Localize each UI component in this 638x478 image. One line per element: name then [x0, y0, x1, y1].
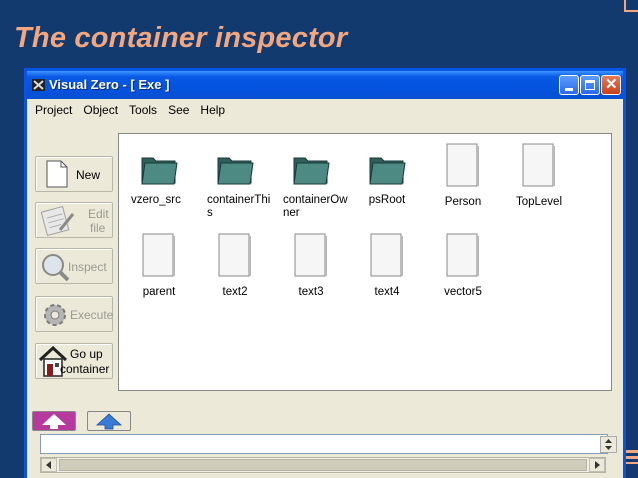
- execute-label: Execute: [70, 308, 114, 322]
- horizontal-scrollbar[interactable]: [40, 457, 606, 473]
- title-bar[interactable]: Visual Zero - [ Exe ] ✕: [27, 71, 623, 99]
- file-item[interactable]: containerOwner: [273, 152, 349, 220]
- back-button[interactable]: [32, 411, 76, 431]
- file-name: text2: [222, 286, 248, 298]
- container-contents: vzero_src containerThis containerOwner p…: [118, 133, 612, 391]
- minimize-icon: [565, 88, 573, 91]
- folder-icon: [141, 157, 178, 185]
- go-up-label-line2: container: [60, 362, 110, 376]
- folder-icon: [217, 157, 254, 185]
- execute-button[interactable]: Execute: [35, 296, 113, 332]
- status-field[interactable]: [40, 434, 608, 454]
- document-icon: [370, 233, 403, 277]
- document-icon: [218, 233, 251, 277]
- new-label: New: [76, 168, 101, 182]
- file-name: parent: [142, 286, 176, 298]
- new-button[interactable]: New: [35, 156, 113, 192]
- inspect-label: Inspect: [68, 260, 107, 274]
- document-icon: [142, 233, 175, 277]
- edit-file-icon: [40, 206, 75, 236]
- window-title: Visual Zero - [ Exe ]: [49, 77, 170, 92]
- maximize-icon: [585, 80, 595, 90]
- file-item[interactable]: vzero_src: [121, 152, 197, 207]
- file-name: containerThis: [207, 194, 271, 219]
- gear-icon: [44, 304, 66, 326]
- file-name: containerOwner: [283, 194, 348, 219]
- minimize-button[interactable]: [559, 75, 579, 95]
- file-name: text3: [298, 286, 324, 298]
- edit-file-label-line2: file: [90, 221, 106, 235]
- menu-tools[interactable]: Tools: [129, 103, 157, 117]
- app-window: Visual Zero - [ Exe ] ✕ Project Object T…: [24, 68, 626, 478]
- inspect-button[interactable]: Inspect: [35, 248, 113, 284]
- file-item[interactable]: psRoot: [349, 152, 425, 207]
- edit-file-button[interactable]: Edit file: [35, 202, 113, 238]
- menu-help[interactable]: Help: [200, 103, 225, 117]
- menu-see[interactable]: See: [168, 103, 189, 117]
- file-item[interactable]: text3: [273, 232, 349, 299]
- file-item[interactable]: vector5: [425, 232, 501, 299]
- file-item[interactable]: text4: [349, 232, 425, 299]
- spin-control[interactable]: [600, 436, 617, 453]
- folder-icon: [293, 157, 330, 185]
- file-item[interactable]: parent: [121, 232, 197, 299]
- corner-decoration: [624, 0, 638, 12]
- file-item[interactable]: TopLevel: [501, 142, 577, 209]
- forward-button[interactable]: [87, 411, 131, 431]
- file-name: text4: [374, 286, 400, 298]
- maximize-button[interactable]: [580, 75, 600, 95]
- spin-arrows-icon: [605, 439, 612, 450]
- close-button[interactable]: ✕: [601, 75, 621, 95]
- scroll-thumb[interactable]: [59, 459, 587, 471]
- file-item[interactable]: text2: [197, 232, 273, 299]
- arrow-left-icon: [46, 461, 51, 469]
- slide-title: The container inspector: [14, 22, 348, 54]
- up-arrow-icon: [95, 413, 123, 430]
- document-icon: [446, 233, 479, 277]
- go-up-label-line1: Go up: [70, 347, 103, 361]
- magnifier-icon: [42, 254, 70, 282]
- document-icon: [522, 143, 555, 187]
- edit-file-label-line1: Edit: [88, 207, 109, 221]
- menu-bar: Project Object Tools See Help: [27, 99, 623, 121]
- up-arrow-icon: [42, 414, 66, 429]
- folder-icon: [369, 157, 406, 185]
- document-icon: [294, 233, 327, 277]
- file-name: vector5: [444, 286, 482, 298]
- close-icon: ✕: [605, 76, 618, 93]
- scroll-left-button[interactable]: [41, 458, 57, 472]
- document-icon: [446, 143, 479, 187]
- arrow-right-icon: [595, 461, 600, 469]
- new-document-icon: [46, 160, 68, 188]
- scroll-right-button[interactable]: [589, 458, 605, 472]
- file-item[interactable]: containerThis: [197, 152, 273, 220]
- go-up-container-button[interactable]: Go up container: [35, 343, 113, 379]
- file-name: vzero_src: [131, 194, 181, 206]
- file-item[interactable]: Person: [425, 142, 501, 209]
- menu-object[interactable]: Object: [83, 103, 118, 117]
- file-name: TopLevel: [515, 196, 563, 208]
- app-icon: [32, 79, 45, 91]
- file-name: Person: [444, 196, 482, 208]
- menu-project[interactable]: Project: [35, 103, 72, 117]
- file-name: psRoot: [368, 194, 406, 206]
